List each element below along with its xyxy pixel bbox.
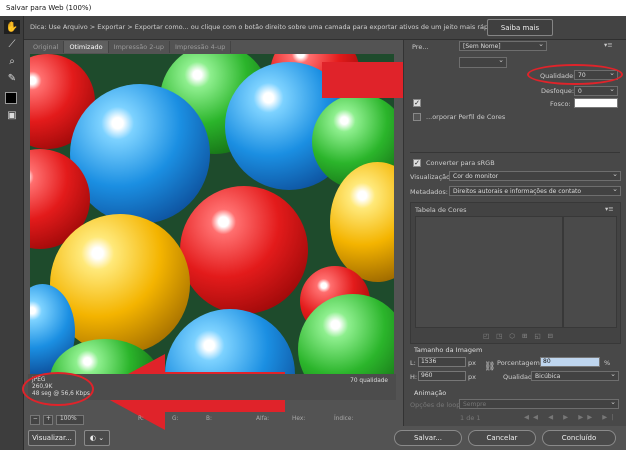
settings-panel: Pre... [Sem Nome] ▾≡ Qualidade: 70 Desfo… xyxy=(403,40,626,426)
matte-label: Fosco: xyxy=(550,100,571,108)
preview-button[interactable]: Visualizar... xyxy=(28,430,76,446)
loop-label: Opções de loop: xyxy=(410,401,463,409)
zoom-minus-button[interactable]: − xyxy=(30,415,40,425)
animation-controls[interactable]: ◀◀ ◀ ▶ ▶▶ ▶| xyxy=(524,413,617,421)
annotation-ring-info xyxy=(22,372,94,406)
resample-select[interactable]: Bicúbica xyxy=(531,371,619,381)
format-select[interactable] xyxy=(459,57,507,68)
frame-counter: 1 de 1 xyxy=(460,414,481,422)
tab-original[interactable]: Original xyxy=(28,41,65,53)
embed-profile-checkbox[interactable] xyxy=(413,113,421,121)
color-table-title: Tabela de Cores xyxy=(415,206,467,214)
blur-label: Desfoque: xyxy=(541,87,575,95)
height-label: H: xyxy=(410,373,418,381)
progressive-checkbox[interactable]: ✓ xyxy=(413,99,421,107)
index-readout: Índice: xyxy=(334,416,354,422)
color-table-swatches[interactable] xyxy=(415,216,563,328)
image-size-title: Tamanho da Imagem xyxy=(414,346,483,354)
percent-field[interactable]: 80 xyxy=(540,357,600,367)
color-table-menu-icon[interactable]: ▾≡ xyxy=(605,205,614,213)
ball xyxy=(70,84,210,224)
toggle-slices-icon[interactable]: ▣ xyxy=(4,108,20,122)
width-field[interactable]: 1536 xyxy=(418,357,466,367)
view-tabs: Original Otimizado Impressão 2-up Impres… xyxy=(28,41,232,53)
cancel-button[interactable]: Cancelar xyxy=(468,430,536,446)
tip-text: Dica: Use Arquivo > Exportar > Exportar … xyxy=(30,23,499,31)
preset-label: Pre... xyxy=(412,43,429,51)
panel-menu-icon[interactable]: ▾≡ xyxy=(604,41,613,49)
tab-4up[interactable]: Impressão 4-up xyxy=(170,41,232,53)
b-readout: B: xyxy=(206,416,212,422)
eyedropper-icon[interactable]: ✎ xyxy=(4,71,20,85)
convert-srgb-label: Converter para sRGB xyxy=(426,159,495,167)
tip-bar: Dica: Use Arquivo > Exportar > Exportar … xyxy=(24,16,626,40)
zoom-plus-button[interactable]: + xyxy=(43,415,53,425)
percent-unit: % xyxy=(604,359,611,367)
slice-select-icon[interactable]: ⟋ xyxy=(4,37,20,51)
metadata-label: Metadados: xyxy=(410,188,448,196)
height-field[interactable]: 960 xyxy=(418,371,466,381)
hand-icon[interactable]: ✋ xyxy=(4,20,20,34)
width-unit: px xyxy=(468,359,476,367)
blur-select[interactable]: 0 xyxy=(574,86,618,96)
hex-readout: Hex: xyxy=(292,416,306,422)
metadata-select[interactable]: Direitos autorais e informações de conta… xyxy=(449,186,621,196)
width-label: L: xyxy=(410,359,416,367)
zoom-select[interactable]: 100% xyxy=(56,415,84,425)
done-button[interactable]: Concluído xyxy=(542,430,616,446)
link-icon[interactable]: ⛓ xyxy=(484,362,495,372)
g-readout: G: xyxy=(172,416,179,422)
window-title: Salvar para Web (100%) xyxy=(0,0,626,16)
annotation-ring-quality xyxy=(527,64,623,85)
color-table-actions[interactable]: ◰◳⬡⊞◱⊟ xyxy=(483,332,560,340)
tool-bar: ✋ ⟋ ⌕ ✎ ▣ xyxy=(0,16,24,450)
tab-optimized[interactable]: Otimizado xyxy=(64,41,109,53)
preset-select[interactable]: [Sem Nome] xyxy=(459,41,547,51)
matte-color-swatch[interactable] xyxy=(574,98,618,108)
browser-preview-button[interactable]: ◐ ⌄ xyxy=(84,430,110,446)
preview-label: Visualização: xyxy=(410,173,453,181)
preview-select[interactable]: Cor do monitor xyxy=(449,171,621,181)
embed-profile-label: ...orporar Perfil de Cores xyxy=(426,113,506,121)
color-table-scroll[interactable] xyxy=(563,216,617,328)
animation-title: Animação xyxy=(414,389,447,397)
divider xyxy=(410,152,620,153)
height-unit: px xyxy=(468,373,476,381)
convert-srgb-checkbox[interactable]: ✓ xyxy=(413,159,421,167)
eyedropper-color-swatch[interactable] xyxy=(5,92,17,104)
percent-label: Porcentagem: xyxy=(497,359,543,367)
alpha-readout: Alfa: xyxy=(256,416,270,422)
r-readout: R: xyxy=(138,416,144,422)
info-quality: 70 qualidade xyxy=(350,378,388,384)
loop-select[interactable]: Sempre xyxy=(459,399,619,409)
zoom-icon[interactable]: ⌕ xyxy=(4,54,20,68)
color-table-panel: Tabela de Cores ▾≡ ◰◳⬡⊞◱⊟ xyxy=(410,202,621,344)
save-button[interactable]: Salvar... xyxy=(394,430,462,446)
ball xyxy=(180,186,308,314)
learn-more-button[interactable]: Saiba mais xyxy=(487,19,553,36)
tab-2up[interactable]: Impressão 2-up xyxy=(109,41,170,53)
